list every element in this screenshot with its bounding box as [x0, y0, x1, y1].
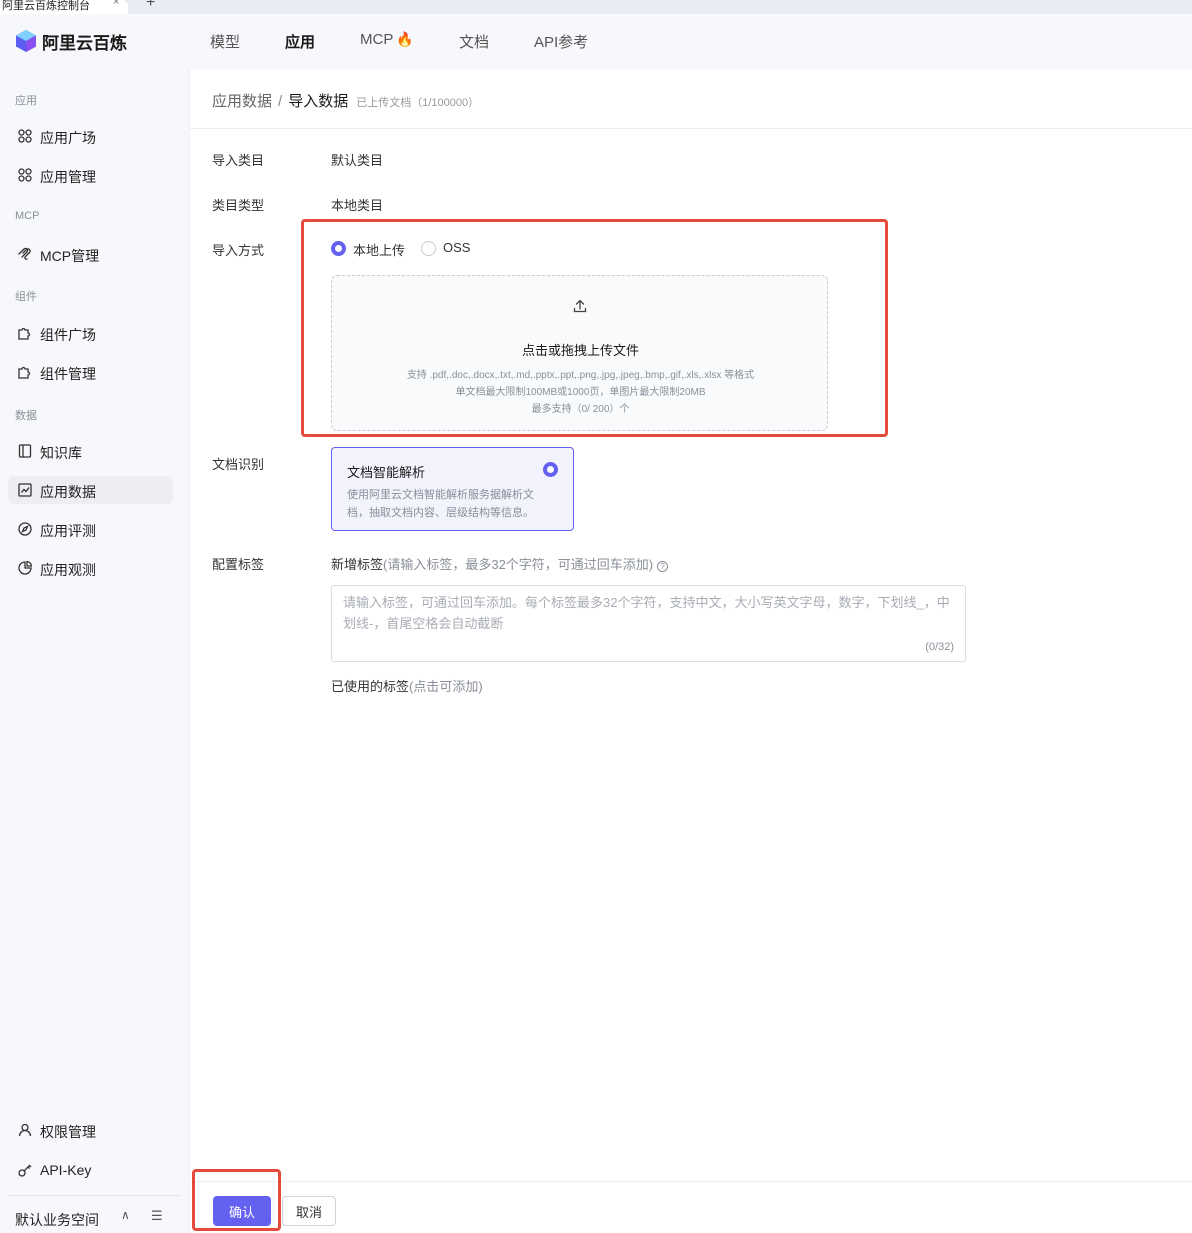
- sidebar-item-app-observation[interactable]: 应用观测: [8, 554, 173, 582]
- tag-heading: 新增标签(请输入标签，最多32个字符，可通过回车添加)?: [331, 554, 669, 573]
- main-panel: 应用数据 / 导入数据 已上传文档（1/100000） 导入类目 默认类目 类目类型 …: [189, 69, 1192, 1233]
- grid-icon: [18, 168, 32, 182]
- flame-icon: 🔥: [396, 31, 414, 47]
- cancel-button[interactable]: 取消: [282, 1196, 336, 1226]
- section-label-mcp: MCP: [15, 210, 40, 222]
- sidebar-item-label: 组件管理: [40, 366, 96, 382]
- tag-heading-text: 新增标签: [331, 557, 384, 572]
- sidebar-item-app-evaluation[interactable]: 应用评测: [8, 515, 173, 543]
- sidebar-item-label: 应用观测: [40, 562, 96, 578]
- doc-parsing-title: 文档智能解析: [347, 465, 426, 480]
- nav-docs[interactable]: 文档: [459, 31, 489, 52]
- tag-input[interactable]: [332, 586, 965, 642]
- used-tags-label: 已使用的标签: [331, 679, 410, 694]
- key-icon: [18, 1164, 32, 1177]
- sidebar-item-label: 组件广场: [40, 327, 96, 343]
- sidebar-item-label: 权限管理: [40, 1124, 96, 1140]
- grid-icon: [18, 129, 32, 143]
- puzzle-icon: [18, 366, 31, 379]
- browser-tab-title: 阿里云百炼控制台: [2, 0, 90, 12]
- category-label: 导入类目: [212, 153, 265, 168]
- sidebar-divider: [8, 1195, 180, 1196]
- sidebar-item-mcp-management[interactable]: MCP管理: [8, 240, 173, 268]
- sidebar-item-component-plaza[interactable]: 组件广场: [8, 319, 173, 347]
- doc-parsing-desc: 使用阿里云文档智能解析服务据解析文档，抽取文档内容、层级结构等信息。: [347, 489, 534, 519]
- brand-name[interactable]: 阿里云百炼: [42, 29, 127, 54]
- nav-mcp[interactable]: MCP 🔥: [360, 31, 414, 48]
- breadcrumb: 应用数据 / 导入数据 已上传文档（1/100000）: [212, 90, 479, 111]
- sidebar-item-permissions[interactable]: 权限管理: [8, 1116, 173, 1144]
- sidebar-item-label: 应用管理: [40, 169, 96, 185]
- sidebar-item-app-management[interactable]: 应用管理: [8, 161, 173, 189]
- nav-models[interactable]: 模型: [210, 31, 240, 52]
- highlight-box-upload: [301, 219, 888, 437]
- sidebar-item-label: 知识库: [40, 445, 82, 461]
- footer-divider: [190, 1181, 1192, 1182]
- top-header: 阿里云百炼 模型 应用 MCP 🔥 文档 API参考: [0, 14, 1192, 68]
- collapse-sidebar-icon[interactable]: ☰: [151, 1208, 163, 1224]
- tag-counter: (0/32): [925, 641, 954, 653]
- browser-tabstrip: 阿里云百炼控制台 × +: [0, 0, 1192, 14]
- breadcrumb-current: 导入数据: [288, 93, 349, 110]
- section-label-app: 应用: [15, 95, 37, 107]
- pie-icon: [18, 560, 33, 575]
- sidebar-item-api-key[interactable]: API-Key: [8, 1156, 173, 1184]
- nav-apps[interactable]: 应用: [285, 31, 315, 52]
- used-tags: 已使用的标签(点击可添加): [331, 676, 483, 695]
- mcp-icon: [18, 247, 31, 260]
- book-icon: [18, 444, 32, 458]
- nav-api-reference[interactable]: API参考: [534, 31, 588, 52]
- tag-input-box: (0/32): [331, 585, 966, 662]
- sidebar-item-component-management[interactable]: 组件管理: [8, 358, 173, 386]
- section-label-data: 数据: [15, 410, 37, 422]
- tag-heading-hint: (请输入标签，最多32个字符，可通过回车添加): [383, 557, 654, 572]
- upload-count: 已上传文档（1/100000）: [356, 97, 480, 109]
- sidebar-item-label: 应用数据: [40, 484, 96, 500]
- sidebar: 应用 应用广场 应用管理 MCP MCP管理 组件 组件广场 组件管理 数据 知…: [0, 68, 188, 1233]
- sidebar-item-app-data[interactable]: 应用数据: [8, 476, 173, 504]
- sidebar-item-label: API-Key: [40, 1162, 92, 1178]
- highlight-box-confirm: [192, 1169, 281, 1231]
- breadcrumb-bar: 应用数据 / 导入数据 已上传文档（1/100000）: [190, 69, 1192, 129]
- puzzle-icon: [18, 327, 31, 340]
- sidebar-item-label: 应用评测: [40, 523, 96, 539]
- category-type-value: 本地类目: [331, 198, 384, 213]
- user-icon: [18, 1123, 32, 1137]
- sidebar-item-knowledge-base[interactable]: 知识库: [8, 437, 173, 465]
- sidebar-item-label: 应用广场: [40, 130, 96, 146]
- compass-icon: [18, 522, 32, 536]
- doc-parsing-card[interactable]: 文档智能解析 使用阿里云文档智能解析服务据解析文档，抽取文档内容、层级结构等信息…: [331, 447, 574, 531]
- used-tags-hint: (点击可添加): [409, 679, 483, 694]
- doc-recognition-label: 文档识别: [212, 457, 265, 472]
- chevron-up-icon[interactable]: ∧: [121, 1208, 130, 1222]
- nav-mcp-label: MCP: [360, 31, 394, 48]
- bailian-logo-icon[interactable]: [16, 30, 36, 52]
- section-label-component: 组件: [15, 291, 37, 303]
- breadcrumb-separator: /: [278, 93, 283, 110]
- tag-label: 配置标签: [212, 557, 265, 572]
- breadcrumb-parent[interactable]: 应用数据: [212, 93, 272, 110]
- tab-close-icon[interactable]: ×: [113, 0, 119, 8]
- help-icon[interactable]: ?: [657, 561, 669, 572]
- chart-icon: [18, 483, 32, 497]
- sidebar-item-label: MCP管理: [40, 248, 100, 264]
- category-value: 默认类目: [331, 153, 384, 168]
- doc-parsing-radio[interactable]: [543, 462, 558, 477]
- browser-tab[interactable]: 阿里云百炼控制台 ×: [0, 0, 128, 14]
- new-tab-icon[interactable]: +: [146, 0, 155, 12]
- import-method-label: 导入方式: [212, 243, 265, 258]
- sidebar-item-app-plaza[interactable]: 应用广场: [8, 122, 173, 150]
- category-type-label: 类目类型: [212, 198, 265, 213]
- workspace-selector[interactable]: 默认业务空间: [15, 1210, 99, 1230]
